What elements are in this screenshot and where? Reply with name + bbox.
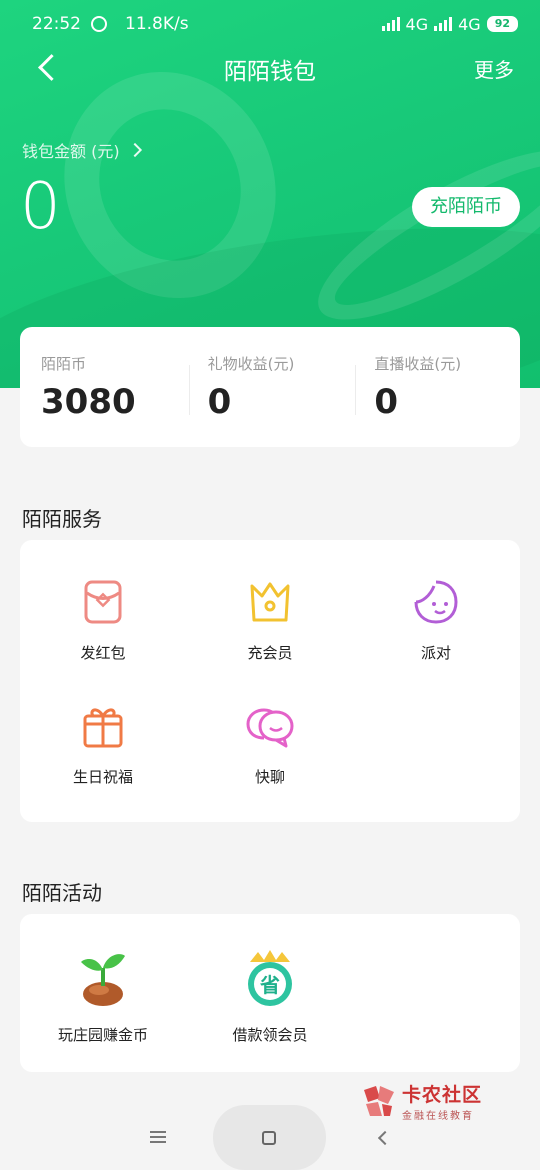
stat-label: 礼物收益(元): [207, 355, 295, 373]
red-packet-icon: [84, 580, 122, 624]
battery-icon: 92: [486, 16, 518, 32]
services-section-title: 陌陌服务: [22, 507, 102, 531]
back-nav-icon[interactable]: [377, 1130, 393, 1146]
save-badge-icon: 省: [248, 950, 292, 1006]
service-label: 发红包: [80, 644, 126, 662]
status-bar: 22:52 11.8K/s 4G 4G 92: [0, 0, 540, 48]
save-badge-text: 省: [259, 973, 280, 997]
app-bar: 陌陌钱包 更多: [0, 44, 540, 90]
status-time: 22:52: [32, 14, 81, 34]
stat-momo-coin[interactable]: 陌陌币 3080: [20, 353, 187, 447]
activity-label: 借款领会员: [232, 1026, 308, 1044]
stats-card: 陌陌币 3080 礼物收益(元) 0 直播收益(元) 0: [20, 327, 520, 447]
activities-section-title: 陌陌活动: [22, 881, 102, 905]
watermark-tagline: 金融在线教育: [402, 1111, 474, 1122]
service-label: 派对: [420, 644, 451, 662]
balance-label: 钱包金额 (元): [22, 142, 120, 161]
service-red-packet[interactable]: 发红包: [20, 578, 186, 663]
network-type: 4G: [458, 14, 481, 34]
watermark-name: 卡农社区: [402, 1084, 483, 1106]
stat-label: 陌陌币: [41, 355, 87, 373]
service-party[interactable]: 派对: [353, 578, 519, 663]
services-card: 发红包 充会员 派对 生日祝福 快聊: [20, 540, 520, 822]
stat-gift-income[interactable]: 礼物收益(元) 0: [187, 353, 354, 447]
activity-loan-membership[interactable]: 省 借款领会员: [187, 948, 353, 1045]
page-title: 陌陌钱包: [224, 59, 316, 85]
recharge-button[interactable]: 充陌陌币: [412, 187, 520, 227]
balance-label-link[interactable]: 钱包金额 (元): [22, 138, 142, 162]
chat-bubbles-icon: [246, 708, 294, 748]
service-label: 充会员: [247, 644, 293, 662]
home-icon[interactable]: [262, 1131, 276, 1145]
network-type: 4G: [405, 14, 429, 34]
kanong-logo-icon: [364, 1086, 394, 1116]
activity-manor[interactable]: 玩庄园赚金币: [20, 950, 186, 1045]
chevron-right-icon: [127, 142, 142, 158]
watermark: 卡农社区 金融在线教育: [360, 1080, 482, 1122]
menu-icon[interactable]: [150, 1131, 166, 1143]
balance-value: 0: [20, 170, 61, 244]
signal-icon: [434, 17, 453, 31]
service-label: 生日祝福: [72, 768, 133, 786]
party-face-icon: [414, 580, 458, 624]
sprout-icon: [81, 954, 125, 1006]
service-quick-chat[interactable]: 快聊: [187, 702, 353, 787]
stat-label: 直播收益(元): [374, 355, 462, 373]
stat-value: 0: [207, 382, 232, 422]
stat-live-income[interactable]: 直播收益(元) 0: [353, 353, 520, 447]
service-birthday[interactable]: 生日祝福: [20, 702, 186, 787]
crown-icon: [250, 582, 290, 622]
alarm-icon: [91, 16, 107, 32]
watermark-text: 卡农社区 金融在线教育: [402, 1080, 482, 1122]
more-button[interactable]: 更多: [474, 54, 514, 83]
service-membership[interactable]: 充会员: [187, 578, 353, 663]
signal-icon: [381, 17, 400, 31]
activities-card: 玩庄园赚金币 省 借款领会员: [20, 914, 520, 1072]
gift-box-icon: [83, 708, 123, 748]
network-speed: 11.8K/s: [125, 14, 189, 34]
stat-value: 3080: [41, 382, 136, 422]
service-label: 快聊: [254, 768, 285, 786]
status-right: 4G 4G 92: [381, 14, 518, 34]
activity-label: 玩庄园赚金币: [57, 1026, 148, 1044]
stat-value: 0: [374, 382, 399, 422]
